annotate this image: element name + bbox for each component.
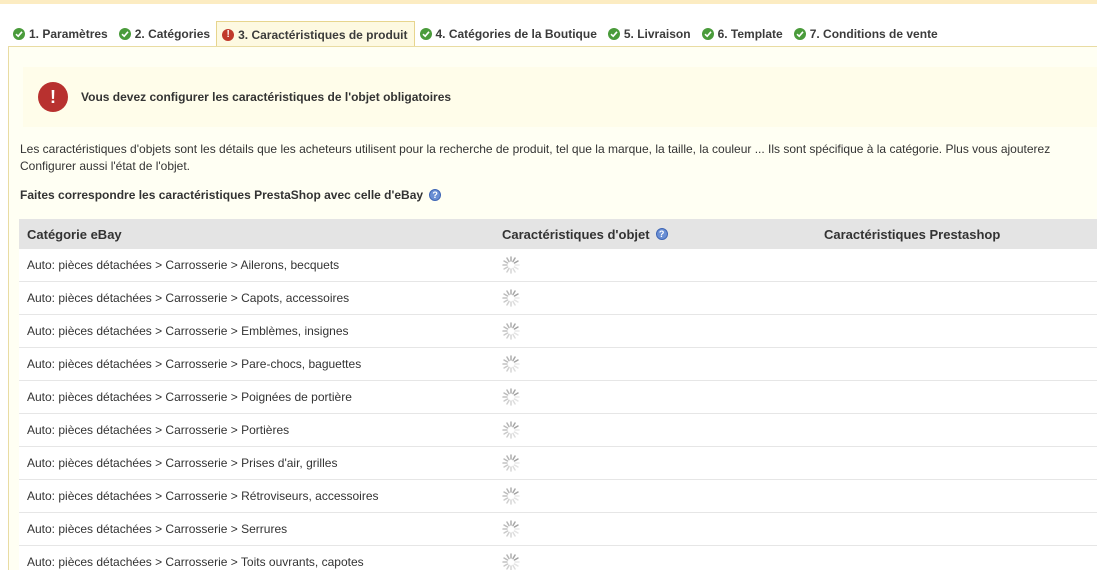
table-row: Auto: pièces détachées > Carrosserie > P… (19, 414, 1097, 447)
item-specifics-cell (502, 454, 824, 472)
ebay-category-cell: Auto: pièces détachées > Carrosserie > P… (27, 456, 338, 470)
check-icon (793, 28, 806, 40)
table-row: Auto: pièces détachées > Carrosserie > T… (19, 546, 1097, 570)
top-notice-strip (0, 0, 1097, 4)
loading-spinner-icon (502, 421, 824, 439)
tab-parametres[interactable]: 1. Paramètres (8, 21, 114, 47)
tab-label: 5. Livraison (623, 27, 691, 41)
tab-label: 3. Caractéristiques de produit (238, 28, 408, 42)
table-row: Auto: pièces détachées > Carrosserie > E… (19, 315, 1097, 348)
error-icon: ! (222, 29, 235, 41)
item-specifics-cell (502, 421, 824, 439)
ebay-category-cell: Auto: pièces détachées > Carrosserie > A… (27, 258, 340, 272)
help-icon[interactable]: ? (429, 189, 442, 201)
tab-panel: ! Vous devez configurer les caractéristi… (8, 47, 1097, 570)
tab-categories-boutique[interactable]: 4. Catégories de la Boutique (415, 21, 603, 47)
tab-label: 2. Catégories (134, 27, 211, 41)
loading-spinner-icon (502, 520, 824, 538)
table-row: Auto: pièces détachées > Carrosserie > P… (19, 381, 1097, 414)
item-specifics-cell (502, 553, 824, 570)
ebay-category-cell: Auto: pièces détachées > Carrosserie > T… (27, 555, 364, 569)
check-icon (13, 28, 25, 40)
table-body: Auto: pièces détachées > Carrosserie > A… (19, 249, 1097, 570)
ebay-category-cell: Auto: pièces détachées > Carrosserie > P… (27, 357, 362, 371)
check-icon (419, 28, 432, 40)
ebay-category-cell: Auto: pièces détachées > Carrosserie > P… (27, 390, 352, 404)
header-ebay-category: Catégorie eBay (27, 226, 122, 242)
exclamation-icon: ! (38, 82, 68, 112)
item-specifics-cell (502, 256, 824, 274)
loading-spinner-icon (502, 256, 824, 274)
item-specifics-cell (502, 355, 824, 373)
loading-spinner-icon (502, 553, 824, 570)
item-specifics-cell (502, 289, 824, 307)
check-icon (607, 28, 620, 40)
ebay-category-cell: Auto: pièces détachées > Carrosserie > R… (27, 489, 379, 503)
header-item-specifics: Caractéristiques d'objet ? (502, 227, 824, 242)
table-row: Auto: pièces détachées > Carrosserie > C… (19, 282, 1097, 315)
item-specifics-cell (502, 520, 824, 538)
table-row: Auto: pièces détachées > Carrosserie > R… (19, 480, 1097, 513)
item-specifics-cell (502, 322, 824, 340)
step-tabs: 1. Paramètres 2. Catégories ! 3. Caracté… (8, 21, 944, 48)
tab-template[interactable]: 6. Template (697, 21, 789, 47)
mapping-subtitle: Faites correspondre les caractéristiques… (20, 188, 442, 202)
ebay-category-cell: Auto: pièces détachées > Carrosserie > E… (27, 324, 349, 338)
description: Les caractéristiques d'objets sont les d… (20, 141, 1097, 175)
tab-label: 6. Template (717, 27, 783, 41)
subtitle-text: Faites correspondre les caractéristiques… (20, 188, 424, 202)
check-icon (701, 28, 714, 40)
item-specifics-cell (502, 388, 824, 406)
tab-label: 4. Catégories de la Boutique (435, 27, 597, 41)
error-alert: ! Vous devez configurer les caractéristi… (23, 67, 1097, 127)
item-specifics-cell (502, 487, 824, 505)
check-icon (118, 28, 131, 40)
tab-conditions-vente[interactable]: 7. Conditions de vente (789, 21, 944, 47)
alert-message: Vous devez configurer les caractéristiqu… (81, 90, 452, 104)
loading-spinner-icon (502, 322, 824, 340)
description-line: Les caractéristiques d'objets sont les d… (20, 142, 1051, 156)
ebay-category-cell: Auto: pièces détachées > Carrosserie > S… (27, 522, 288, 536)
tab-label: 1. Paramètres (29, 27, 108, 41)
tab-label: 7. Conditions de vente (809, 27, 938, 41)
mapping-table: Catégorie eBay Caractéristiques d'objet … (19, 219, 1097, 570)
table-row: Auto: pièces détachées > Carrosserie > A… (19, 249, 1097, 282)
loading-spinner-icon (502, 289, 824, 307)
table-header: Catégorie eBay Caractéristiques d'objet … (19, 219, 1097, 249)
ebay-category-cell: Auto: pièces détachées > Carrosserie > C… (27, 291, 350, 305)
header-prestashop-features: Caractéristiques Prestashop (824, 226, 1001, 242)
header-item-specifics-label: Caractéristiques d'objet (502, 226, 650, 242)
loading-spinner-icon (502, 388, 824, 406)
tab-categories[interactable]: 2. Catégories (114, 21, 216, 47)
table-row: Auto: pièces détachées > Carrosserie > S… (19, 513, 1097, 546)
loading-spinner-icon (502, 487, 824, 505)
table-row: Auto: pièces détachées > Carrosserie > P… (19, 348, 1097, 381)
loading-spinner-icon (502, 454, 824, 472)
description-line: Configurer aussi l'état de l'objet. (20, 159, 191, 173)
help-icon[interactable]: ? (655, 228, 668, 240)
ebay-category-cell: Auto: pièces détachées > Carrosserie > P… (27, 423, 290, 437)
loading-spinner-icon (502, 355, 824, 373)
table-row: Auto: pièces détachées > Carrosserie > P… (19, 447, 1097, 480)
tab-caracteristiques-produit[interactable]: ! 3. Caractéristiques de produit (216, 21, 415, 48)
tab-livraison[interactable]: 5. Livraison (603, 21, 697, 47)
